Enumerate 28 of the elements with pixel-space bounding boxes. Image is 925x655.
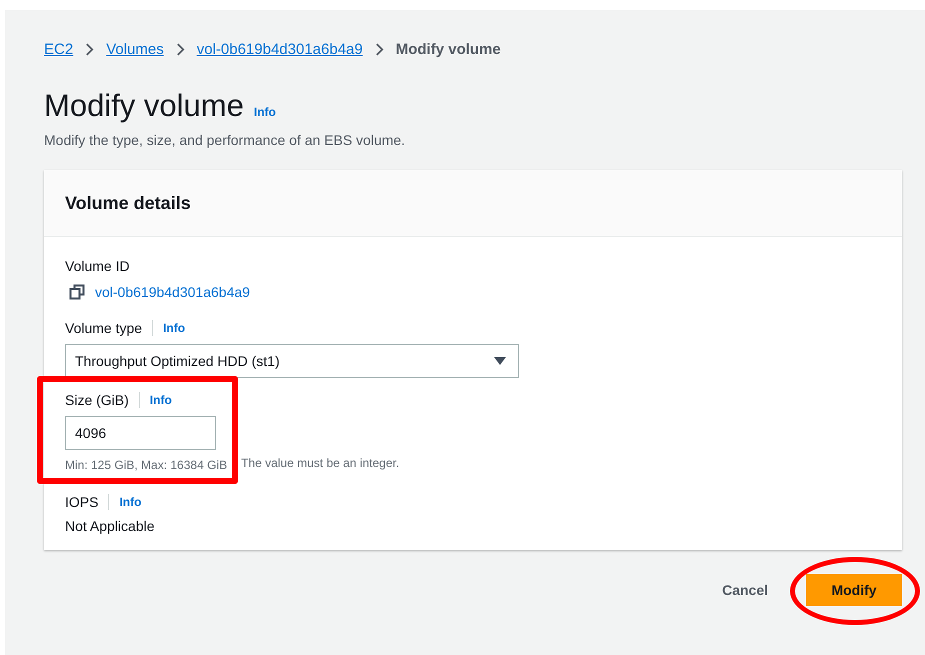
breadcrumb-link[interactable]: Volumes (106, 40, 164, 58)
page-title: Modify volume (44, 88, 244, 124)
constraint-text: Min: 125 GiB, Max: 16384 GiB (65, 458, 228, 472)
breadcrumb-link[interactable]: vol-0b619b4d301a6b4a9 (196, 40, 363, 58)
info-link[interactable]: Info (254, 105, 276, 119)
field-label: Size (GiB) (65, 392, 140, 408)
constraint-text: The value must be an integer. (241, 456, 400, 472)
copy-icon[interactable] (69, 284, 85, 300)
iops-value: Not Applicable (65, 518, 156, 534)
chevron-right-icon (176, 42, 185, 56)
caret-down-icon (494, 357, 506, 365)
modify-button[interactable]: Modify (806, 574, 902, 606)
field-label: Volume type (65, 320, 154, 336)
breadcrumb-current: Modify volume (396, 40, 501, 58)
volume-id-link[interactable]: vol-0b619b4d301a6b4a9 (95, 284, 250, 300)
field-label: Volume ID (65, 258, 131, 274)
chevron-right-icon (374, 42, 384, 56)
card-title: Volume details (65, 192, 191, 214)
chevron-right-icon (85, 42, 94, 56)
cancel-button[interactable]: Cancel (716, 581, 774, 599)
info-link[interactable]: Info (150, 393, 172, 407)
info-link[interactable]: Info (163, 321, 186, 335)
field-label: IOPS (65, 494, 110, 510)
page-description: Modify the type, size, and performance of an EBS volume. (44, 132, 406, 148)
info-link[interactable]: Info (119, 495, 142, 509)
size-input[interactable]: 4096 (65, 416, 216, 450)
volume-type-select[interactable]: Throughput Optimized HDD (st1) (65, 344, 519, 378)
breadcrumb-link[interactable]: EC2 (44, 40, 74, 58)
